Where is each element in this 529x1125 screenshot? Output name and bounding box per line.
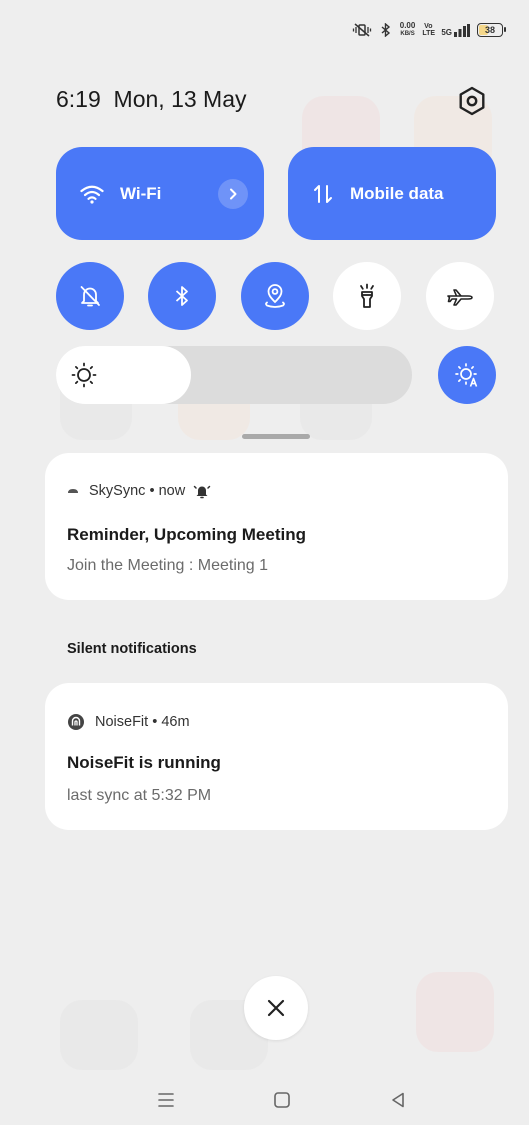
location-icon xyxy=(265,284,285,308)
notification-title: Reminder, Upcoming Meeting xyxy=(67,525,306,544)
brightness-slider[interactable] xyxy=(56,346,412,404)
bluetooth-status-icon xyxy=(381,23,390,37)
noisefit-app-icon xyxy=(68,714,84,730)
flashlight-toggle[interactable] xyxy=(333,262,401,330)
notification-time: now xyxy=(158,483,186,499)
notification-time: 46m xyxy=(161,714,190,730)
settings-button[interactable] xyxy=(457,86,487,116)
notification-app-name: NoiseFit xyxy=(95,714,149,730)
wifi-expand-button[interactable] xyxy=(218,179,248,209)
airplane-mode-toggle[interactable] xyxy=(426,262,494,330)
alert-bell-icon xyxy=(193,485,211,499)
separator-dot: • xyxy=(148,714,162,730)
auto-brightness-icon xyxy=(455,363,478,387)
net-speed-unit: KB/S xyxy=(400,31,415,37)
wifi-tile[interactable]: Wi-Fi xyxy=(56,147,264,240)
battery-indicator: 38 xyxy=(477,23,506,37)
silent-notifications-heading: Silent notifications xyxy=(67,641,197,657)
mobile-data-label: Mobile data xyxy=(350,183,444,203)
notification-card[interactable]: NoiseFit • 46m NoiseFit is running last … xyxy=(45,683,508,830)
net-speed-value: 0.00 xyxy=(399,21,416,30)
status-bar: 0.00 KB/S Vo LTE 5G 38 xyxy=(0,0,529,70)
battery-level: 38 xyxy=(484,25,495,35)
vibrate-mute-icon xyxy=(352,23,371,37)
clock: 6:19 xyxy=(56,86,101,112)
separator-dot: • xyxy=(145,483,159,499)
date: Mon, 13 May xyxy=(113,86,247,112)
notification-app-name: SkySync xyxy=(89,483,146,499)
back-triangle-icon xyxy=(392,1092,404,1108)
brightness-icon xyxy=(71,362,97,388)
flashlight-icon xyxy=(360,283,374,308)
network-type: 5G xyxy=(441,27,452,37)
home-button[interactable] xyxy=(262,1080,302,1120)
notification-body: Join the Meeting : Meeting 1 xyxy=(67,557,269,574)
bluetooth-icon xyxy=(175,286,188,306)
recent-apps-button[interactable] xyxy=(146,1080,186,1120)
wifi-icon xyxy=(80,185,104,204)
network-speed: 0.00 KB/S xyxy=(400,22,416,38)
notification-header: NoiseFit • 46m xyxy=(67,713,190,731)
location-toggle[interactable] xyxy=(241,262,309,330)
notification-header: SkySync • now xyxy=(67,483,211,499)
signal-indicator: 5G xyxy=(441,23,470,37)
notification-body: last sync at 5:32 PM xyxy=(67,787,212,804)
wifi-label: Wi-Fi xyxy=(120,183,162,203)
signal-icon xyxy=(454,23,470,37)
notification-title: NoiseFit is running xyxy=(67,753,221,772)
shade-drag-handle[interactable] xyxy=(242,434,310,439)
volte-indicator: Vo LTE xyxy=(422,23,436,37)
home-square-icon xyxy=(274,1092,290,1108)
clear-all-button[interactable] xyxy=(244,976,308,1040)
close-icon xyxy=(267,999,285,1017)
menu-icon xyxy=(158,1093,174,1107)
chevron-right-icon xyxy=(230,188,237,200)
bluetooth-toggle[interactable] xyxy=(148,262,216,330)
mobile-data-icon xyxy=(314,184,332,203)
back-button[interactable] xyxy=(378,1080,418,1120)
notification-card[interactable]: SkySync • now Reminder, Upcoming Meeting… xyxy=(45,453,508,600)
skysync-app-icon xyxy=(68,489,78,493)
settings-icon xyxy=(459,86,485,116)
silent-mode-toggle[interactable] xyxy=(56,262,124,330)
status-icons: 0.00 KB/S Vo LTE 5G 38 xyxy=(352,22,506,38)
mobile-data-tile[interactable]: Mobile data xyxy=(288,147,496,240)
auto-brightness-toggle[interactable] xyxy=(438,346,496,404)
airplane-icon xyxy=(447,289,473,306)
date-time: 6:19 Mon, 13 May xyxy=(56,86,247,113)
silent-bell-icon xyxy=(80,286,100,307)
